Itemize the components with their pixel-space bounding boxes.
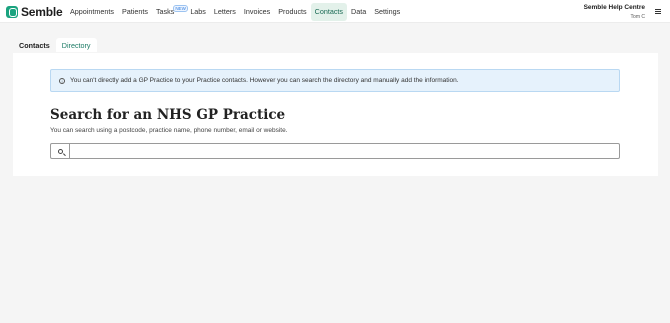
logo-text: Semble — [21, 4, 63, 19]
nav-label: Tasks — [155, 7, 175, 16]
nav-item-data[interactable]: Data — [347, 3, 370, 21]
main-nav: Appointments Patients Tasks NEW Labs Let… — [66, 0, 404, 23]
help-centre-link[interactable]: Semble Help Centre Tom C — [584, 4, 645, 20]
nav-item-patients[interactable]: Patients — [118, 3, 152, 21]
nav-item-products[interactable]: Products — [274, 3, 310, 21]
help-centre-title: Semble Help Centre — [583, 4, 645, 11]
nav-label: Invoices — [243, 7, 271, 16]
search-button[interactable] — [51, 144, 70, 158]
nav-label: Letters — [213, 7, 236, 16]
info-banner-text: You can't directly add a GP Practice to … — [70, 77, 459, 84]
nav-label: Data — [351, 7, 367, 16]
current-user-name: Tom C — [630, 14, 645, 20]
contacts-tabs: Contacts Directory — [13, 38, 97, 52]
nav-label: Contacts — [314, 7, 344, 16]
nav-label: Products — [278, 7, 307, 16]
directory-panel: i You can't directly add a GP Practice t… — [13, 53, 658, 176]
semble-logo[interactable]: Semble — [6, 4, 63, 19]
nav-label: Appointments — [70, 7, 114, 16]
nav-item-settings[interactable]: Settings — [370, 3, 404, 21]
search-icon — [57, 148, 63, 154]
info-icon: i — [59, 77, 65, 84]
tab-directory[interactable]: Directory — [55, 38, 97, 52]
top-navigation-bar: Semble Appointments Patients Tasks NEW L… — [0, 0, 670, 23]
nav-item-contacts[interactable]: Contacts — [310, 2, 348, 21]
page-title: Search for an NHS GP Practice — [50, 107, 286, 123]
hamburger-menu-icon[interactable] — [655, 9, 661, 14]
nav-item-labs[interactable]: Labs — [186, 3, 210, 21]
nav-label: Settings — [374, 7, 401, 16]
nav-item-tasks[interactable]: Tasks NEW — [152, 3, 189, 21]
info-banner: i You can't directly add a GP Practice t… — [50, 69, 620, 92]
search-help-text: You can search using a postcode, practic… — [50, 127, 288, 134]
gp-practice-search — [50, 143, 620, 159]
nav-item-invoices[interactable]: Invoices — [240, 3, 274, 21]
semble-logo-icon — [6, 5, 18, 18]
nav-item-letters[interactable]: Letters — [210, 3, 240, 21]
nav-item-appointments[interactable]: Appointments — [66, 3, 118, 21]
search-input[interactable] — [70, 144, 619, 158]
tab-contacts[interactable]: Contacts — [13, 38, 56, 52]
nav-label: Patients — [121, 7, 148, 16]
nav-label: Labs — [190, 7, 206, 16]
